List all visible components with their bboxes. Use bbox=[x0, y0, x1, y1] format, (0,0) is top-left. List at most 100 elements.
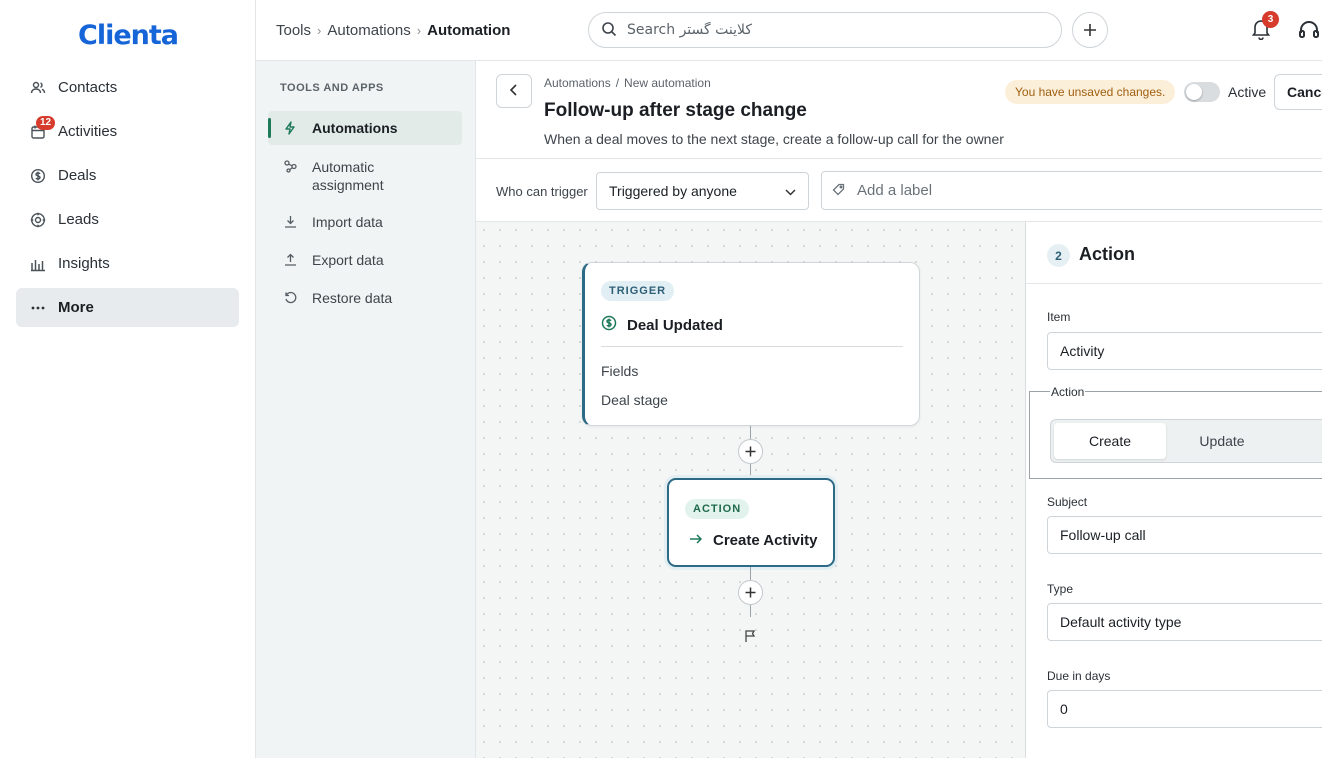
nav-label: Leads bbox=[58, 211, 99, 228]
subject-field[interactable]: Follow-up call bbox=[1047, 516, 1322, 554]
subject-value: Follow-up call bbox=[1060, 527, 1146, 543]
tool-label: Automations bbox=[312, 120, 398, 136]
nav-item-more[interactable]: More bbox=[16, 288, 239, 327]
due-days-value: 0 bbox=[1060, 701, 1068, 717]
due-days-field[interactable]: 0 bbox=[1047, 690, 1322, 728]
who-can-trigger-select[interactable]: Triggered by anyone bbox=[596, 172, 809, 210]
search-icon bbox=[601, 21, 617, 40]
activity-type-select[interactable]: Default activity type bbox=[1047, 603, 1322, 641]
breadcrumb-automations-link[interactable]: Automations bbox=[544, 76, 611, 90]
cancel-button[interactable]: Cancel bbox=[1274, 74, 1322, 110]
nav-item-leads[interactable]: Leads bbox=[16, 200, 239, 239]
add-step-button[interactable] bbox=[738, 439, 763, 464]
tool-item-import-data[interactable]: Import data bbox=[268, 213, 462, 231]
breadcrumb-separator: / bbox=[615, 76, 620, 90]
item-label: Item bbox=[1047, 310, 1071, 324]
breadcrumb: Tools › Automations › Automation bbox=[276, 22, 510, 39]
more-icon bbox=[30, 300, 46, 316]
action-title-text: Create Activity bbox=[713, 532, 818, 549]
deal-icon bbox=[601, 315, 617, 335]
activities-count-badge: 12 bbox=[36, 116, 56, 130]
nav-label: Contacts bbox=[58, 79, 118, 96]
leads-icon bbox=[30, 212, 46, 228]
tool-item-restore-data[interactable]: Restore data bbox=[268, 289, 462, 307]
who-can-trigger-label: Who can trigger bbox=[496, 184, 588, 199]
action-create-option[interactable]: Create bbox=[1054, 423, 1166, 459]
breadcrumb-current: Automation bbox=[427, 22, 511, 39]
due-days-label: Due in days bbox=[1047, 669, 1111, 683]
workflow-canvas[interactable]: TRIGGER Deal Updated Fields Deal stage A… bbox=[476, 222, 1026, 758]
breadcrumb-new-automation: New automation bbox=[624, 76, 711, 90]
restore-icon bbox=[284, 291, 298, 304]
action-type-segmented: Create Update bbox=[1050, 419, 1322, 463]
breadcrumb-tools[interactable]: Tools bbox=[276, 22, 311, 39]
nav-label: Activities bbox=[58, 123, 118, 140]
trigger-divider bbox=[601, 346, 903, 347]
type-label: Type bbox=[1047, 582, 1074, 596]
contacts-icon bbox=[30, 80, 46, 96]
quick-add-button[interactable] bbox=[1072, 12, 1108, 48]
add-step-button[interactable] bbox=[738, 580, 763, 605]
tag-icon bbox=[832, 183, 845, 199]
trigger-title-text: Deal Updated bbox=[627, 316, 723, 334]
subject-label: Subject bbox=[1047, 495, 1088, 509]
tool-label: Export data bbox=[312, 252, 384, 268]
main-navigation: Clienta Contacts Activities 12 Deals Lea… bbox=[0, 0, 256, 758]
nav-label: More bbox=[58, 299, 94, 316]
label-input[interactable] bbox=[857, 182, 1257, 199]
automation-breadcrumb: Automations / New automation bbox=[544, 76, 711, 90]
who-can-trigger-value: Triggered by anyone bbox=[609, 183, 737, 199]
nav-item-deals[interactable]: Deals bbox=[16, 156, 239, 195]
app-logo[interactable]: Clienta bbox=[78, 20, 179, 51]
automation-description[interactable]: When a deal moves to the next stage, cre… bbox=[544, 131, 1004, 147]
breadcrumb-automations[interactable]: Automations bbox=[327, 22, 410, 39]
insights-icon bbox=[30, 256, 46, 272]
top-bar: Tools › Automations › Automation 3 bbox=[256, 0, 1322, 61]
deals-icon bbox=[30, 168, 46, 184]
tool-item-export-data[interactable]: Export data bbox=[268, 251, 462, 269]
item-select[interactable]: Activity bbox=[1047, 332, 1322, 370]
action-type-label: Action bbox=[1050, 385, 1086, 399]
support-icon[interactable] bbox=[1298, 20, 1322, 42]
automation-header: Automations / New automation Follow-up aft… bbox=[476, 61, 1322, 159]
active-label: Active bbox=[1228, 84, 1267, 100]
bolt-icon bbox=[284, 121, 298, 135]
action-settings-panel: 2 Action Item Activity Action Create Upd… bbox=[1025, 222, 1322, 758]
unsaved-changes-badge: You have unsaved changes. bbox=[1005, 80, 1176, 104]
assignment-icon bbox=[284, 160, 298, 173]
trigger-title: Deal Updated bbox=[601, 315, 723, 335]
item-value: Activity bbox=[1060, 343, 1105, 359]
tool-label: Automatic assignment bbox=[312, 159, 384, 193]
chevron-left-icon bbox=[509, 83, 519, 99]
breadcrumb-separator: › bbox=[416, 23, 422, 38]
action-tag: ACTION bbox=[685, 499, 750, 519]
back-button[interactable] bbox=[496, 74, 532, 108]
nav-item-insights[interactable]: Insights bbox=[16, 244, 239, 283]
download-icon bbox=[284, 215, 298, 228]
tools-section-title: TOOLS AND APPS bbox=[280, 82, 384, 94]
flag-icon bbox=[744, 629, 756, 643]
nav-item-contacts[interactable]: Contacts bbox=[16, 68, 239, 107]
nav-label: Deals bbox=[58, 167, 97, 184]
global-search[interactable] bbox=[588, 12, 1062, 48]
trigger-fields-label: Fields bbox=[601, 363, 639, 379]
nav-label: Insights bbox=[58, 255, 110, 272]
tool-label: Restore data bbox=[312, 290, 393, 306]
arrow-right-icon bbox=[689, 532, 703, 549]
label-field[interactable] bbox=[821, 171, 1322, 210]
panel-header: 2 Action bbox=[1026, 222, 1322, 284]
action-title: Create Activity bbox=[689, 532, 818, 549]
tools-sidebar: TOOLS AND APPS Automations Automatic ass… bbox=[256, 61, 476, 758]
trigger-node[interactable]: TRIGGER Deal Updated Fields Deal stage bbox=[582, 262, 920, 426]
type-value: Default activity type bbox=[1060, 614, 1182, 630]
tool-item-automations[interactable]: Automations bbox=[268, 111, 462, 145]
active-toggle[interactable] bbox=[1184, 82, 1220, 102]
tool-label: Import data bbox=[312, 214, 383, 230]
tool-item-automatic-assignment[interactable]: Automatic assignment bbox=[268, 158, 462, 194]
action-node[interactable]: ACTION Create Activity bbox=[667, 478, 835, 567]
action-update-option[interactable]: Update bbox=[1166, 423, 1278, 459]
panel-title: Action bbox=[1079, 244, 1135, 264]
automation-title[interactable]: Follow-up after stage change bbox=[544, 100, 807, 122]
search-input[interactable] bbox=[627, 22, 1027, 38]
trigger-tag: TRIGGER bbox=[601, 281, 675, 301]
